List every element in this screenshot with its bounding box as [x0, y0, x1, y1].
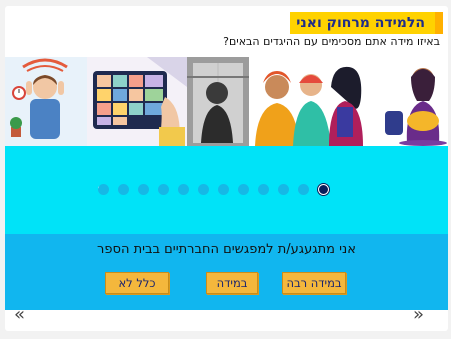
sad-person-illustration: [377, 57, 448, 146]
friends-group-illustration: [249, 57, 377, 146]
carousel-dot[interactable]: [178, 184, 189, 195]
carousel-dot[interactable]: [238, 184, 249, 195]
carousel-dot[interactable]: [278, 184, 289, 195]
header: הלמידה מרחוק ואני באיזו מידה אתם מסכימים…: [5, 6, 448, 56]
isolated-person-illustration: [187, 57, 249, 146]
survey-card: הלמידה מרחוק ואני באיזו מידה אתם מסכימים…: [5, 6, 448, 331]
carousel-dot[interactable]: [258, 184, 269, 195]
next-page-icon[interactable]: »: [413, 306, 424, 324]
video-call-tablet-illustration: [87, 57, 187, 146]
answer-somewhat-button[interactable]: במידה: [206, 272, 258, 294]
illustration-banner: [5, 57, 448, 146]
statement-text: אני מתגעגע/ת למפגשים החברתיים בבית הספר: [97, 242, 356, 257]
carousel-dot[interactable]: [158, 184, 169, 195]
previous-page-icon[interactable]: «: [14, 306, 25, 324]
survey-question: באיזו מידה אתם מסכימים עם ההיגדים הבאים?: [223, 35, 440, 48]
carousel-dot[interactable]: [298, 184, 309, 195]
carousel-dots: [98, 184, 329, 195]
page-title: הלמידה מרחוק ואני: [296, 15, 425, 31]
carousel-dot-active[interactable]: [318, 184, 329, 195]
answer-panel: אני מתגעגע/ת למפגשים החברתיים בבית הספר …: [5, 234, 448, 310]
answer-not-at-all-button[interactable]: כלל לא: [105, 272, 169, 294]
carousel-dot[interactable]: [118, 184, 129, 195]
carousel-dot[interactable]: [98, 184, 109, 195]
carousel-dot[interactable]: [218, 184, 229, 195]
title-bar: הלמידה מרחוק ואני: [290, 12, 443, 34]
stressed-person-illustration: [5, 57, 87, 146]
carousel-dot[interactable]: [198, 184, 209, 195]
carousel-dot[interactable]: [138, 184, 149, 195]
answer-very-much-button[interactable]: במידה רבה: [282, 272, 346, 294]
carousel-panel: ‹: [5, 146, 448, 234]
